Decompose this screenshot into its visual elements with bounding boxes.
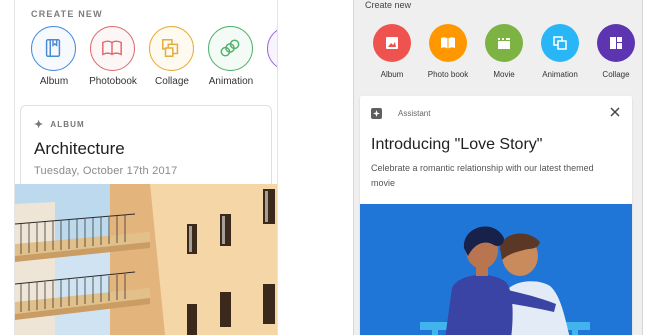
- left-phone-screen: CREATE NEW Album Photobook Collage Anima…: [14, 0, 278, 335]
- create-movie-button[interactable]: Mo: [262, 26, 277, 90]
- assistant-icon: [371, 108, 382, 119]
- create-photobook-button[interactable]: Photobook: [85, 26, 141, 90]
- collage-icon: [149, 26, 194, 71]
- album-eyebrow: ✦ ALBUM: [34, 117, 85, 131]
- image-icon: [373, 24, 411, 62]
- right-phone-screen: Create new Album Photo book Movie Animat…: [353, 0, 643, 335]
- animation-icon: [208, 26, 253, 71]
- assistant-card[interactable]: Assistant Introducing "Love Story" Celeb…: [360, 96, 632, 335]
- create-animation-button[interactable]: Animation: [203, 26, 259, 90]
- book-icon: [429, 24, 467, 62]
- create-new-heading: CREATE NEW: [31, 9, 103, 19]
- movie-icon: [267, 26, 277, 71]
- create-new-row: Album Photobook Collage Animation: [23, 26, 277, 90]
- album-icon: [31, 26, 76, 71]
- assistant-label: Assistant: [398, 109, 431, 118]
- sparkle-icon: ✦: [34, 119, 45, 131]
- architecture-photo[interactable]: [15, 184, 277, 335]
- love-story-illustration[interactable]: [360, 204, 632, 335]
- collage-label-right: Collage: [602, 70, 630, 79]
- album-eyebrow-label: ALBUM: [50, 120, 85, 129]
- create-album-button[interactable]: Album: [26, 26, 82, 90]
- create-collage-button[interactable]: Collage: [144, 26, 200, 90]
- clapperboard-icon: [485, 24, 523, 62]
- create-new-heading-right: Create new: [365, 0, 412, 10]
- photobook-icon: [90, 26, 135, 71]
- close-icon[interactable]: [608, 105, 622, 119]
- album-date: Tuesday, October 17th 2017: [34, 165, 178, 177]
- grid-icon: [597, 24, 635, 62]
- assistant-description: Celebrate a romantic relationship with o…: [371, 163, 594, 188]
- album-title: Architecture: [34, 139, 125, 158]
- create-collage-button-right[interactable]: Collage: [587, 24, 642, 82]
- assistant-title: Introducing "Love Story": [371, 136, 543, 153]
- stack-icon: [541, 24, 579, 62]
- screenshot-canvas: CREATE NEW Album Photobook Collage Anima…: [0, 0, 650, 335]
- movie-label: Mo: [252, 76, 277, 87]
